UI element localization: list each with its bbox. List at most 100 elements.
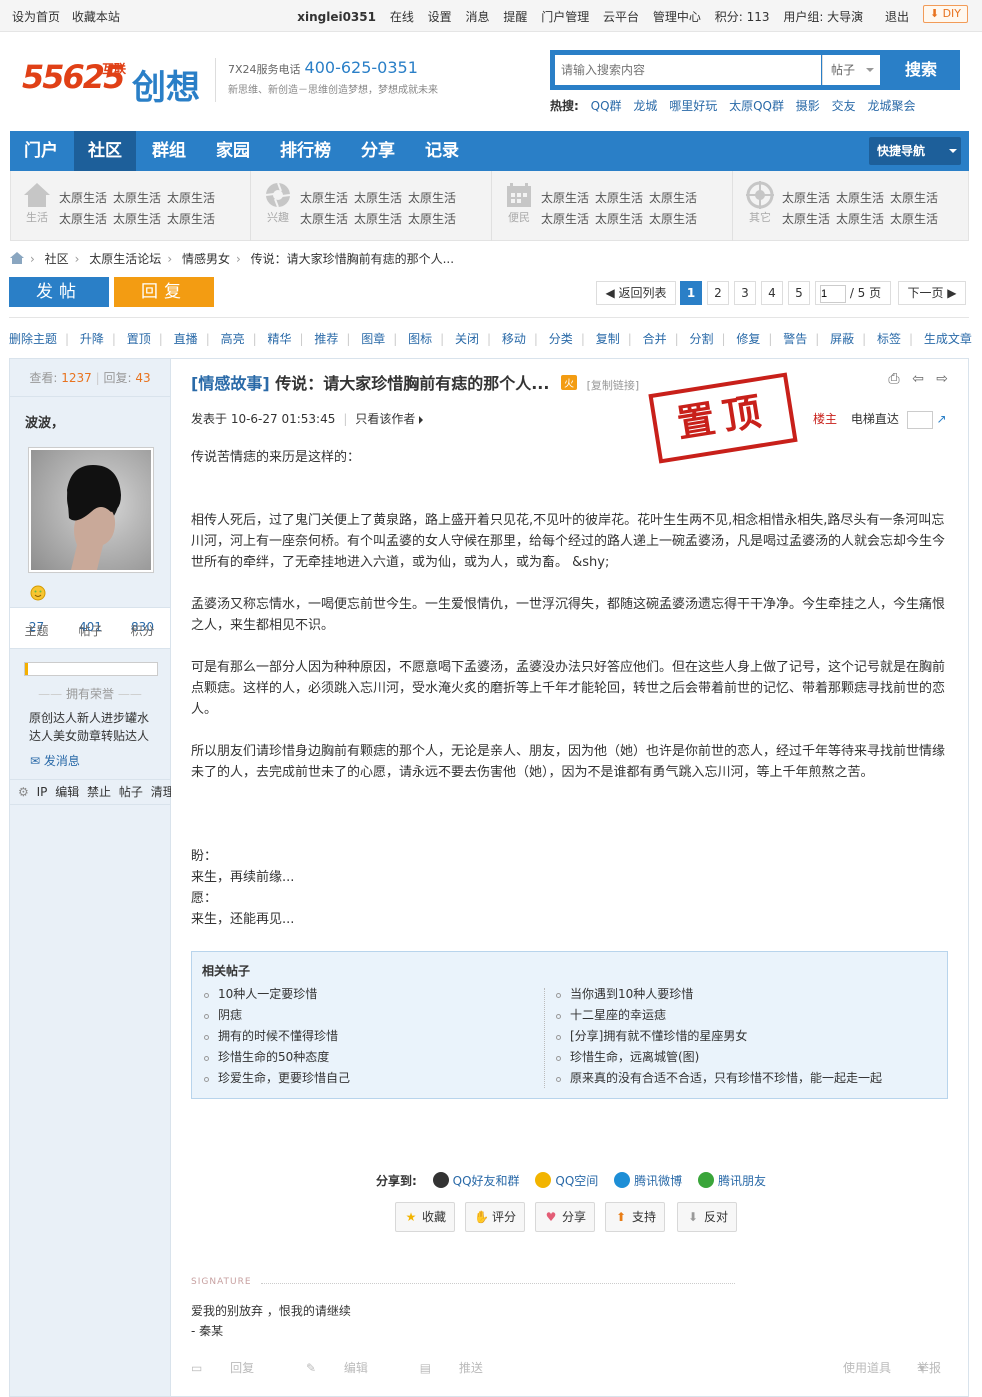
subnav-link[interactable]: 太原生活 bbox=[300, 191, 348, 205]
op-posts[interactable]: 帖子 bbox=[119, 785, 143, 799]
related-link[interactable]: 原来真的没有合适不合适，只有珍惜不珍惜，能一起走一起 bbox=[544, 1068, 944, 1089]
share-qq-friends[interactable]: QQ好友和群 bbox=[453, 1174, 520, 1188]
mod-copy[interactable]: 复制 bbox=[596, 332, 620, 346]
copy-link[interactable]: [复制链接] bbox=[587, 379, 640, 392]
hot-item[interactable]: 龙城 bbox=[633, 99, 657, 113]
share-button[interactable]: ♥ 分享 bbox=[535, 1202, 595, 1232]
username-link[interactable]: xinglei0351 bbox=[297, 10, 376, 24]
nav-records[interactable]: 记录 bbox=[411, 131, 473, 171]
elevator-input[interactable] bbox=[906, 410, 933, 429]
subnav-link[interactable]: 太原生活 bbox=[541, 212, 589, 226]
usergroup-menu[interactable]: 用户组: 大导演 bbox=[783, 10, 863, 24]
page-1[interactable]: 1 bbox=[680, 281, 702, 305]
subnav-link[interactable]: 太原生活 bbox=[890, 212, 938, 226]
search-input[interactable] bbox=[555, 55, 821, 85]
oppose-button[interactable]: ⬇ 反对 bbox=[677, 1202, 737, 1232]
settings-link[interactable]: 设置 bbox=[428, 10, 452, 24]
cloud-platform-link[interactable]: 云平台 bbox=[603, 10, 639, 24]
mod-bump[interactable]: 升降 bbox=[80, 332, 104, 346]
online-link[interactable]: 在线 bbox=[390, 10, 414, 24]
related-link[interactable]: [分享]拥有就不懂珍惜的星座男女 bbox=[544, 1026, 944, 1047]
page-jump-input[interactable] bbox=[820, 284, 846, 303]
mod-ban[interactable]: 屏蔽 bbox=[830, 332, 854, 346]
subnav-link[interactable]: 太原生活 bbox=[836, 191, 884, 205]
op-ban[interactable]: 禁止 bbox=[87, 785, 111, 799]
prev-thread-icon[interactable]: ⇦ bbox=[912, 371, 924, 387]
op-edit[interactable]: 编辑 bbox=[55, 785, 79, 799]
medal-list[interactable]: 原创达人新人进步罐水达人美女勋章转贴达人 bbox=[29, 709, 159, 745]
hot-item[interactable]: QQ群 bbox=[591, 99, 622, 113]
author-name[interactable]: 波波， bbox=[25, 412, 64, 431]
elevator-go-icon[interactable]: ↗ bbox=[937, 412, 947, 426]
mod-sticky[interactable]: 置顶 bbox=[127, 332, 151, 346]
subnav-link[interactable]: 太原生活 bbox=[113, 212, 161, 226]
use-item-menu[interactable]: 使用道具 ▾ bbox=[843, 1359, 925, 1376]
edit-link[interactable]: ✎ 编辑 bbox=[306, 1361, 392, 1375]
nav-home[interactable]: 家园 bbox=[202, 131, 264, 171]
subnav-link[interactable]: 太原生活 bbox=[595, 212, 643, 226]
page-3[interactable]: 3 bbox=[734, 281, 756, 305]
related-link[interactable]: 珍爱生命，更要珍惜自己 bbox=[192, 1068, 537, 1089]
mod-repair[interactable]: 修复 bbox=[736, 332, 760, 346]
subnav-link[interactable]: 太原生活 bbox=[649, 191, 697, 205]
push-link[interactable]: ▤ 推送 bbox=[420, 1361, 507, 1375]
related-link[interactable]: 珍惜生命的50种态度 bbox=[192, 1047, 537, 1068]
mod-merge[interactable]: 合并 bbox=[643, 332, 667, 346]
page-5[interactable]: 5 bbox=[788, 281, 810, 305]
subnav-link[interactable]: 太原生活 bbox=[836, 212, 884, 226]
subnav-link[interactable]: 太原生活 bbox=[782, 212, 830, 226]
notifications-link[interactable]: 提醒 bbox=[503, 10, 527, 24]
hot-item[interactable]: 交友 bbox=[832, 99, 856, 113]
next-thread-icon[interactable]: ⇨ bbox=[936, 371, 948, 387]
breadcrumb-item[interactable]: 情感男女 bbox=[182, 252, 230, 266]
report-link[interactable]: 举报 bbox=[917, 1359, 941, 1376]
nav-share[interactable]: 分享 bbox=[347, 131, 409, 171]
back-to-list-button[interactable]: ◀ 返回列表 bbox=[596, 281, 676, 305]
only-author-link[interactable]: 只看该作者 bbox=[355, 412, 415, 426]
diy-button[interactable]: ⬇ DIY bbox=[922, 5, 968, 23]
next-page-button[interactable]: 下一页 ▶ bbox=[898, 281, 966, 305]
subnav-link[interactable]: 太原生活 bbox=[113, 191, 161, 205]
mod-live[interactable]: 直播 bbox=[174, 332, 198, 346]
op-ip[interactable]: IP bbox=[37, 785, 48, 799]
new-post-button[interactable]: 发帖 bbox=[9, 277, 109, 307]
subnav-link[interactable]: 太原生活 bbox=[167, 212, 215, 226]
nav-ranking[interactable]: 排行榜 bbox=[266, 131, 345, 171]
avatar[interactable] bbox=[28, 447, 154, 573]
related-link[interactable]: 拥有的时候不懂得珍惜 bbox=[192, 1026, 537, 1047]
mod-close[interactable]: 关闭 bbox=[455, 332, 479, 346]
subnav-link[interactable]: 太原生活 bbox=[890, 191, 938, 205]
post-category[interactable]: [情感故事] bbox=[191, 374, 270, 393]
share-tencent-friends[interactable]: 腾讯朋友 bbox=[718, 1174, 766, 1188]
share-qzone[interactable]: QQ空间 bbox=[555, 1174, 598, 1188]
related-link[interactable]: 10种人一定要珍惜 bbox=[192, 984, 537, 1005]
home-icon[interactable] bbox=[10, 252, 24, 266]
set-homepage-link[interactable]: 设为首页 bbox=[12, 10, 60, 24]
mod-tags[interactable]: 标签 bbox=[877, 332, 901, 346]
nav-portal[interactable]: 门户 bbox=[10, 131, 72, 171]
admin-center-link[interactable]: 管理中心 bbox=[653, 10, 701, 24]
mod-highlight[interactable]: 高亮 bbox=[221, 332, 245, 346]
breadcrumb-item[interactable]: 太原生活论坛 bbox=[89, 252, 161, 266]
hot-item[interactable]: 摄影 bbox=[796, 99, 820, 113]
subnav-link[interactable]: 太原生活 bbox=[649, 212, 697, 226]
breadcrumb-item[interactable]: 社区 bbox=[45, 252, 69, 266]
subnav-link[interactable]: 太原生活 bbox=[354, 191, 402, 205]
subnav-link[interactable]: 太原生活 bbox=[541, 191, 589, 205]
share-tencent-weibo[interactable]: 腾讯微博 bbox=[634, 1174, 682, 1188]
mod-delete[interactable]: 删除主题 bbox=[9, 332, 57, 346]
quick-nav-button[interactable]: 快捷导航 bbox=[869, 137, 961, 165]
mod-recommend[interactable]: 推荐 bbox=[314, 332, 338, 346]
site-logo[interactable]: 55625 互联 创想 bbox=[22, 58, 212, 108]
related-link[interactable]: 当你遇到10种人要珍惜 bbox=[544, 984, 944, 1005]
rate-button[interactable]: ✋ 评分 bbox=[465, 1202, 525, 1232]
nav-community[interactable]: 社区 bbox=[74, 131, 136, 171]
nav-groups[interactable]: 群组 bbox=[138, 131, 200, 171]
related-link[interactable]: 十二星座的幸运痣 bbox=[544, 1005, 944, 1026]
hot-item[interactable]: 龙城聚会 bbox=[867, 99, 915, 113]
subnav-link[interactable]: 太原生活 bbox=[408, 191, 456, 205]
subnav-link[interactable]: 太原生活 bbox=[782, 191, 830, 205]
subnav-link[interactable]: 太原生活 bbox=[167, 191, 215, 205]
messages-link[interactable]: 消息 bbox=[466, 10, 490, 24]
reply-link[interactable]: ▭ 回复 bbox=[191, 1361, 278, 1375]
